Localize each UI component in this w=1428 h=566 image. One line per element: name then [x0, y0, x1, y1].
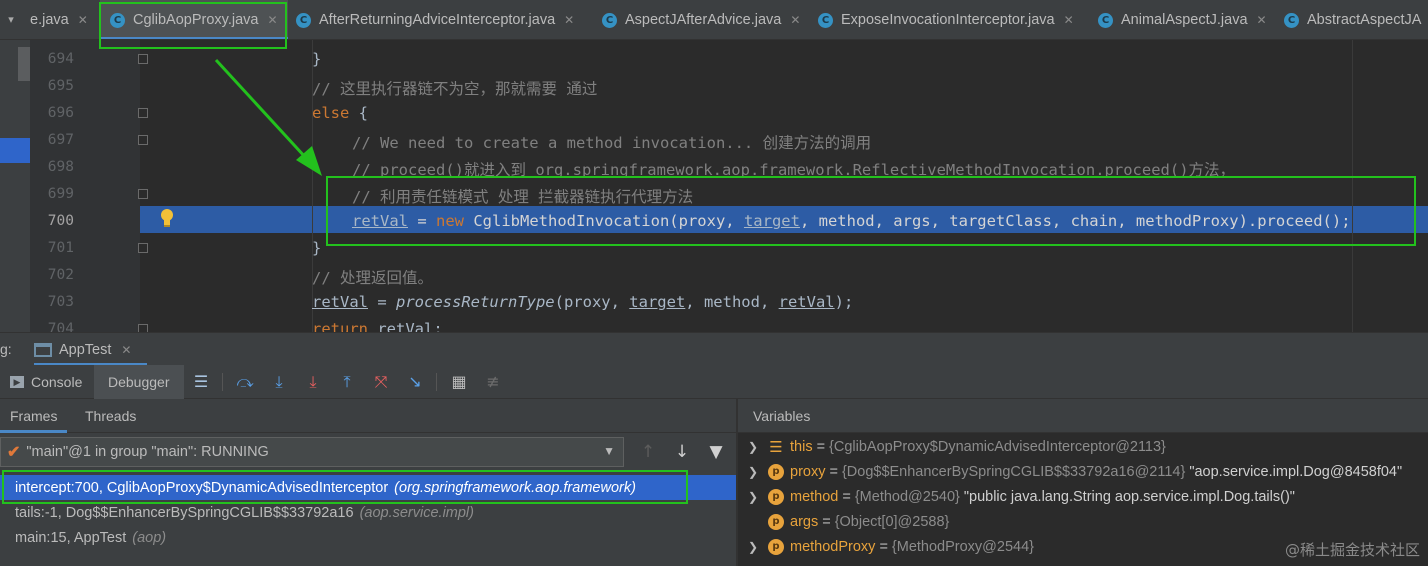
- watermark: @稀土掘金技术社区: [1284, 541, 1420, 559]
- annotation-arrow: [214, 58, 322, 176]
